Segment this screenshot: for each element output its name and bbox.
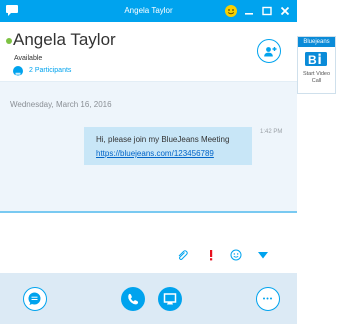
maximize-icon[interactable]: [259, 3, 275, 19]
bluejeans-panel: Bluejeans B Start Video Call: [297, 36, 336, 94]
message-input[interactable]: [0, 213, 297, 273]
participants-link[interactable]: 2 Participants: [29, 67, 71, 74]
emoticon-icon[interactable]: [223, 3, 239, 19]
minimize-icon[interactable]: [241, 3, 257, 19]
participants-icon[interactable]: [13, 66, 23, 76]
video-call-button[interactable]: [158, 287, 182, 311]
presence-available-icon: [6, 38, 12, 44]
date-separator: Wednesday, March 16, 2016: [10, 100, 112, 109]
close-icon[interactable]: [277, 3, 293, 19]
smiley-icon[interactable]: [230, 249, 242, 261]
message-timestamp: 1:42 PM: [260, 129, 283, 135]
exclamation-icon[interactable]: [205, 249, 217, 261]
conversation-history[interactable]: Wednesday, March 16, 2016 Hi, please joi…: [0, 82, 297, 211]
more-icon: [263, 297, 272, 300]
chat-icon: [28, 292, 41, 305]
video-call-icon: [163, 293, 177, 305]
audio-call-button[interactable]: [121, 287, 145, 311]
add-person-icon: [264, 47, 277, 57]
send-arrow-icon[interactable]: [257, 249, 269, 261]
phone-icon: [128, 293, 139, 305]
contact-name[interactable]: Angela Taylor: [13, 30, 116, 50]
message-text: Hi, please join my BlueJeans Meeting: [96, 135, 230, 144]
bluejeans-logo-icon[interactable]: B: [304, 51, 328, 67]
more-options-button[interactable]: [256, 287, 280, 311]
message-bubble: Hi, please join my BlueJeans Meeting htt…: [84, 127, 252, 165]
paperclip-icon[interactable]: [176, 249, 188, 261]
start-video-call-button[interactable]: Start Video Call: [298, 71, 335, 85]
meeting-link[interactable]: https://bluejeans.com/123456789: [96, 149, 214, 158]
conversation-header: Angela Taylor Available 2 Participants: [0, 22, 297, 82]
title-bar: Angela Taylor: [0, 0, 297, 22]
chat-window: Angela Taylor Angela Taylor Available 2 …: [0, 0, 297, 324]
bluejeans-header: Bluejeans: [298, 37, 335, 47]
contact-status: Available: [14, 55, 43, 62]
add-people-button[interactable]: [257, 39, 281, 63]
chat-button[interactable]: [23, 287, 47, 311]
svg-text:B: B: [308, 53, 317, 67]
